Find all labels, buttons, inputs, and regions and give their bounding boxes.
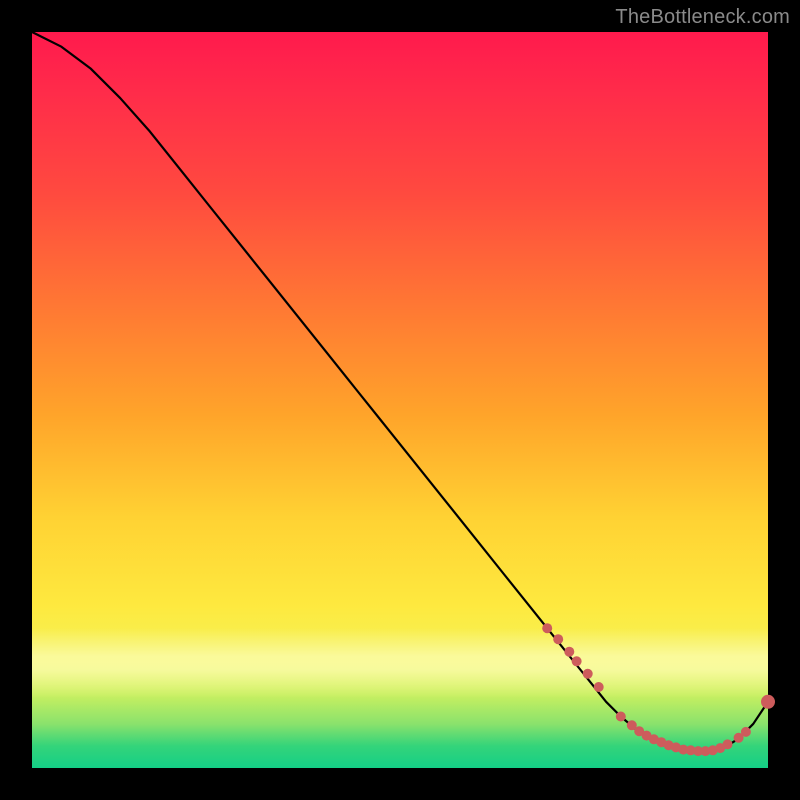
gpu-marker — [572, 656, 582, 666]
gpu-marker — [583, 669, 593, 679]
gpu-marker — [741, 727, 751, 737]
chart-stage: TheBottleneck.com — [0, 0, 800, 800]
watermark-text: TheBottleneck.com — [615, 6, 790, 29]
gpu-marker — [564, 647, 574, 657]
gpu-marker — [594, 682, 604, 692]
gpu-marker — [542, 623, 552, 633]
bottleneck-curve — [32, 32, 768, 753]
gpu-marker — [761, 695, 775, 709]
gpu-marker — [616, 712, 626, 722]
gpu-marker — [723, 739, 733, 749]
plot-area — [32, 32, 768, 768]
gpu-marker-group — [542, 623, 775, 756]
curve-svg — [32, 32, 768, 768]
gpu-marker — [553, 634, 563, 644]
